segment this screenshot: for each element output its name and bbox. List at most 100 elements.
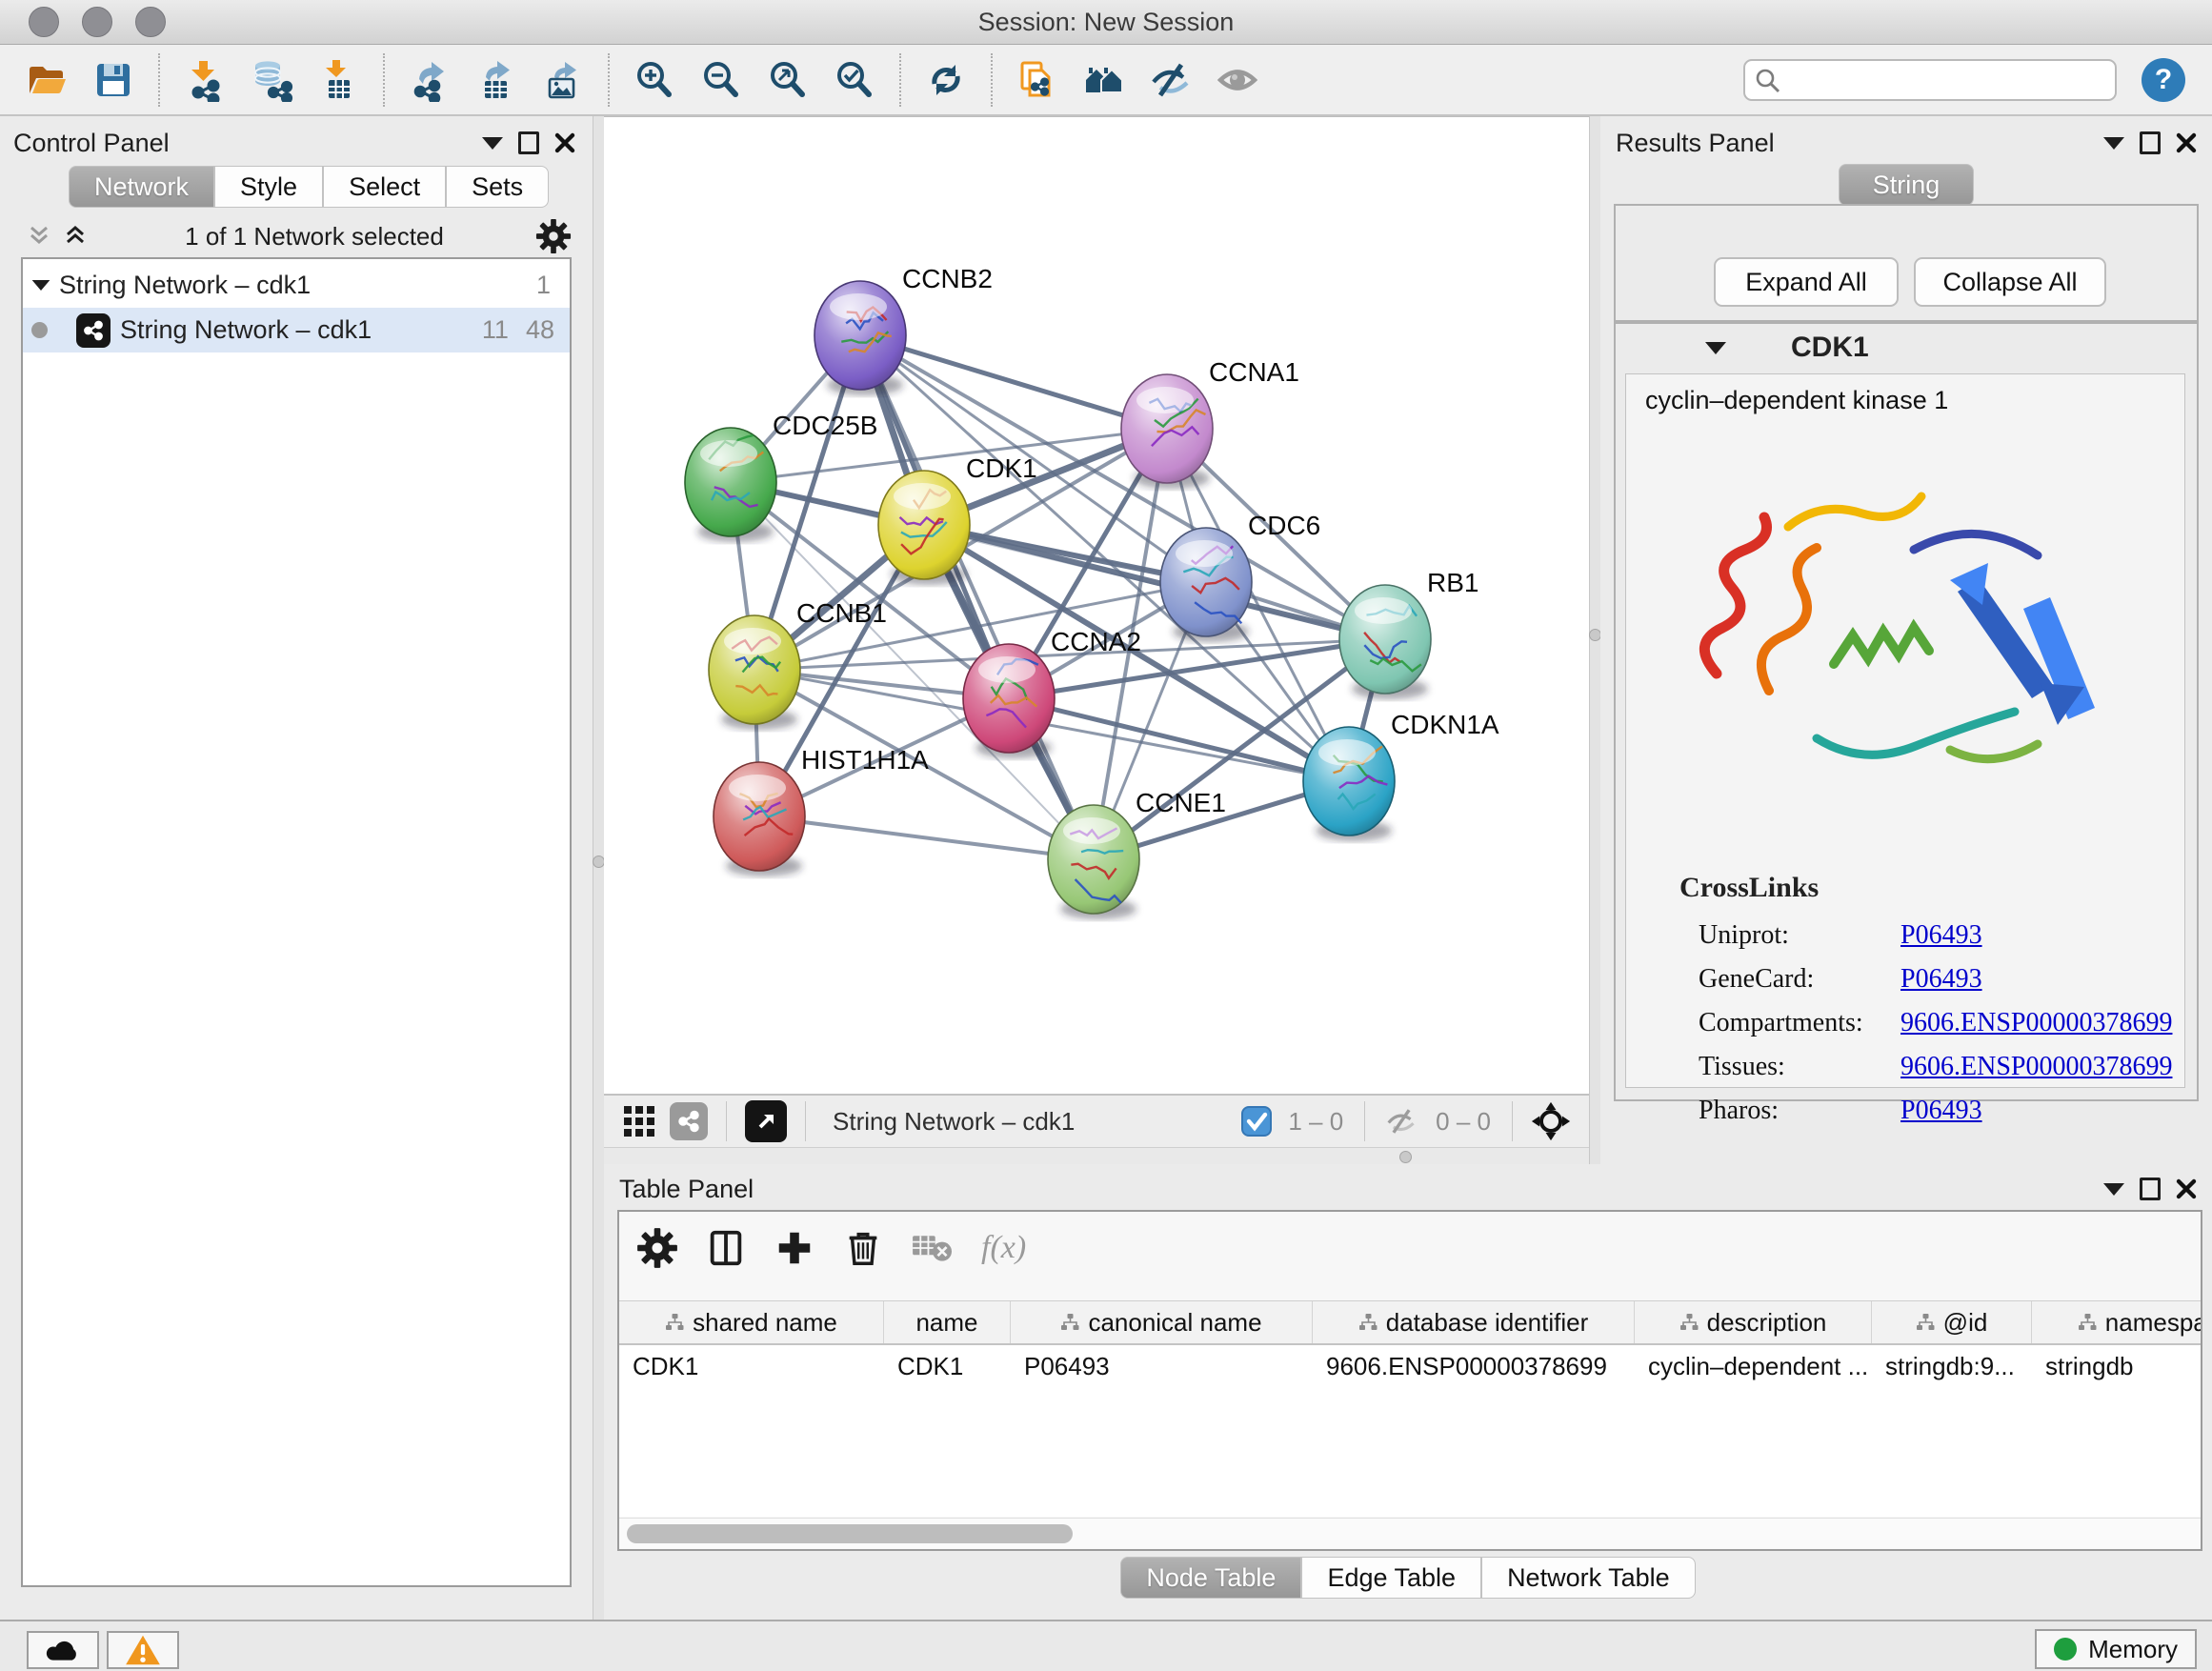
panel-close-icon[interactable] [2168,1173,2204,1205]
column-header-canonical-name[interactable]: canonical name [1011,1301,1313,1343]
import-table-from-file-icon[interactable] [311,52,366,108]
create-column-icon[interactable] [774,1227,815,1269]
cell-database-identifier[interactable]: 9606.ENSP00000378699 [1313,1345,1635,1387]
table-horizontal-scrollbar[interactable] [619,1518,2201,1549]
table-row[interactable]: CDK1CDK1P064939606.ENSP00000378699cyclin… [619,1345,2202,1387]
cell-shared-name[interactable]: CDK1 [619,1345,884,1387]
search-input[interactable] [1743,59,2117,101]
table-body[interactable] [619,1387,2201,1517]
first-neighbors-icon[interactable] [1076,52,1132,108]
expand-all-networks-icon[interactable] [57,220,93,252]
tab-node-table[interactable]: Node Table [1120,1557,1301,1599]
tab-string[interactable]: String [1839,164,1974,206]
panel-close-icon[interactable] [2168,127,2204,159]
help-button[interactable]: ? [2142,58,2185,102]
panel-menu-icon[interactable] [474,127,511,159]
zoom-fit-icon[interactable] [760,52,815,108]
node-CDC6[interactable] [1160,528,1252,642]
network-thumbnail-icon[interactable] [670,1102,708,1140]
node-CDKN1A[interactable] [1303,727,1395,841]
crosslink-value-link[interactable]: P06493 [1900,920,1982,951]
column-header-@id[interactable]: @id [1872,1301,2032,1343]
tab-network-table[interactable]: Network Table [1481,1557,1696,1599]
delete-column-icon[interactable] [842,1227,884,1269]
panel-menu-icon[interactable] [2096,1173,2132,1205]
node-CCNB1[interactable] [709,615,800,730]
cell-namespace[interactable]: stringdb [2032,1345,2202,1387]
panel-menu-icon[interactable] [2096,127,2132,159]
cell-@id[interactable]: stringdb:9... [1872,1345,2032,1387]
node-CCNA2[interactable] [963,644,1055,758]
node-HIST1H1A[interactable] [714,762,805,876]
crosslink-value-link[interactable]: 9606.ENSP00000378699 [1900,1008,2172,1038]
hide-selected-icon[interactable] [1143,52,1198,108]
collection-expander-icon[interactable] [23,270,59,302]
detach-view-icon[interactable] [745,1100,787,1142]
tab-sets[interactable]: Sets [446,166,549,208]
network-collection-row[interactable]: String Network – cdk1 1 [23,263,570,308]
network-row[interactable]: String Network – cdk1 11 48 [23,308,570,352]
node-CCNA1[interactable] [1121,374,1213,489]
export-table-icon[interactable] [469,52,524,108]
column-type-icon [1916,1313,1935,1332]
cell-canonical-name[interactable]: P06493 [1011,1345,1313,1387]
selected-checkbox-icon[interactable] [1241,1106,1272,1137]
network-options-gear-icon[interactable] [535,220,572,252]
tab-network[interactable]: Network [69,166,214,208]
warnings-button[interactable] [107,1631,179,1669]
tab-select[interactable]: Select [323,166,446,208]
node-CCNB2[interactable] [814,281,906,395]
open-session-icon[interactable] [19,52,74,108]
column-type-icon [1060,1313,1079,1332]
cell-name[interactable]: CDK1 [884,1345,1011,1387]
memory-status-dot [2054,1638,2077,1661]
zoom-out-icon[interactable] [694,52,749,108]
collapse-all-button[interactable]: Collapse All [1914,257,2106,307]
table-options-gear-icon[interactable] [636,1227,678,1269]
gene-expander-icon[interactable] [1698,332,1734,364]
scrollbar-thumb[interactable] [627,1524,1073,1543]
column-header-namespace[interactable]: namespace [2032,1301,2202,1343]
save-session-icon[interactable] [86,52,141,108]
panel-float-icon[interactable] [2132,127,2168,159]
column-header-name[interactable]: name [884,1301,1011,1343]
crosslink-value-link[interactable]: P06493 [1900,1096,1982,1126]
refresh-icon[interactable] [918,52,974,108]
column-header-description[interactable]: description [1635,1301,1872,1343]
table-panel-splitter[interactable] [604,1147,1589,1165]
export-network-icon[interactable] [402,52,457,108]
copy-annotation-icon[interactable] [1010,52,1065,108]
crosslink-value-link[interactable]: 9606.ENSP00000378699 [1900,1052,2172,1082]
cell-description[interactable]: cyclin–dependent ... [1635,1345,1872,1387]
export-image-icon[interactable] [535,52,591,108]
table-panel-splitter-handle[interactable] [1399,1151,1412,1163]
cloud-status-button[interactable] [27,1631,99,1669]
tab-edge-table[interactable]: Edge Table [1301,1557,1481,1599]
import-network-from-file-icon[interactable] [177,52,232,108]
memory-button[interactable]: Memory [2035,1629,2197,1669]
expand-all-button[interactable]: Expand All [1714,257,1899,307]
panel-float-icon[interactable] [2132,1173,2168,1205]
panel-close-icon[interactable] [547,127,583,159]
edge-CCNB2-CCNE1[interactable] [860,335,1094,859]
collapse-all-networks-icon[interactable] [21,220,57,252]
network-canvas[interactable]: CCNB2CCNA1CDC25BCDK1CDC6RB1CCNB1CCNA2CDK… [604,116,1589,1095]
cloud-icon [43,1635,83,1665]
zoom-in-icon[interactable] [627,52,682,108]
tab-style[interactable]: Style [214,166,323,208]
grid-view-icon[interactable] [622,1104,656,1138]
node-RB1[interactable] [1339,585,1431,699]
zoom-selected-icon[interactable] [827,52,882,108]
column-header-database-identifier[interactable]: database identifier [1313,1301,1635,1343]
crosslink-value-link[interactable]: P06493 [1900,964,1982,995]
column-header-shared-name[interactable]: shared name [619,1301,884,1343]
fit-content-crosshair-icon[interactable] [1531,1101,1571,1141]
show-columns-icon[interactable] [705,1227,747,1269]
edge-CCNB2-CCNA1[interactable] [860,335,1167,429]
panel-float-icon[interactable] [511,127,547,159]
edge-HIST1H1A-CCNE1[interactable] [759,816,1094,859]
node-CDC25B[interactable] [685,428,776,542]
node-CCNE1[interactable] [1048,805,1139,919]
node-CDK1[interactable] [878,471,970,585]
import-network-from-database-icon[interactable] [244,52,299,108]
